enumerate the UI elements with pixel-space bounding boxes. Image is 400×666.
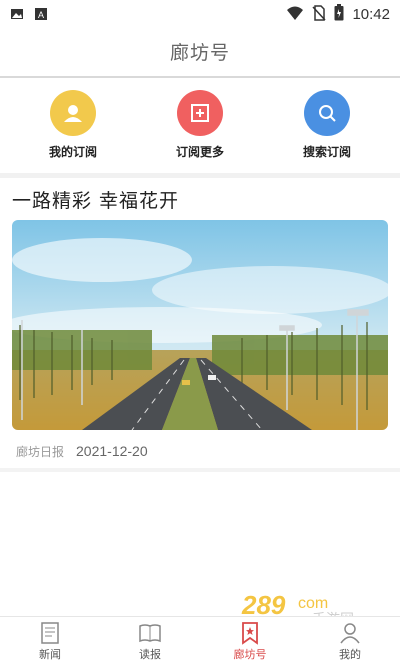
watermark-suffix: com — [298, 595, 328, 612]
no-sim-icon — [312, 4, 327, 25]
search-icon — [304, 90, 350, 136]
font-icon: A — [34, 6, 48, 20]
subscribe-more-button[interactable]: 订阅更多 — [155, 90, 245, 166]
status-bar: A 10:42 — [0, 0, 400, 28]
nav-langfang-hao[interactable]: 廊坊号 — [215, 619, 285, 665]
article-meta: 廊坊日报 2021-12-20 — [16, 443, 148, 460]
article-title: 一路精彩 幸福花开 — [12, 190, 180, 212]
profile-icon — [338, 621, 362, 645]
newspaper-book-icon — [138, 621, 162, 645]
bookmark-star-icon — [238, 621, 262, 645]
page-title: 廊坊号 — [169, 42, 230, 64]
wifi-icon — [286, 5, 304, 25]
subscribe-more-label: 订阅更多 — [175, 145, 224, 159]
app-header: 廊坊号 — [0, 28, 400, 78]
nav-read-paper-label: 读报 — [139, 648, 161, 661]
status-time: 10:42 — [352, 6, 390, 23]
nav-news[interactable]: 新闻 — [15, 619, 85, 665]
nav-news-label: 新闻 — [39, 648, 61, 661]
nav-mine[interactable]: 我的 — [315, 619, 385, 665]
article-image[interactable] — [12, 220, 388, 430]
search-subscriptions-label: 搜索订阅 — [302, 145, 351, 159]
article-card[interactable]: 一路精彩 幸福花开 廊坊日报 2021-12-20 — [0, 178, 400, 470]
article-divider — [0, 468, 400, 472]
bottom-nav: 新闻 读报 廊坊号 我的 — [0, 616, 400, 666]
add-subscription-icon — [177, 90, 223, 136]
nav-read-paper[interactable]: 读报 — [115, 619, 185, 665]
image-icon — [10, 6, 24, 20]
quick-actions: 我的订阅 订阅更多 搜索订阅 — [0, 80, 400, 172]
nav-mine-label: 我的 — [339, 648, 361, 661]
nav-langfang-hao-label: 廊坊号 — [233, 648, 267, 661]
my-subscriptions-button[interactable]: 我的订阅 — [28, 90, 118, 166]
news-icon — [38, 621, 62, 645]
svg-text:A: A — [38, 10, 44, 20]
article-source: 廊坊日报 — [16, 445, 65, 459]
my-subscriptions-label: 我的订阅 — [48, 145, 97, 159]
user-icon — [50, 90, 96, 136]
article-date: 2021-12-20 — [76, 443, 148, 459]
search-subscriptions-button[interactable]: 搜索订阅 — [282, 90, 372, 166]
battery-icon — [334, 4, 344, 25]
